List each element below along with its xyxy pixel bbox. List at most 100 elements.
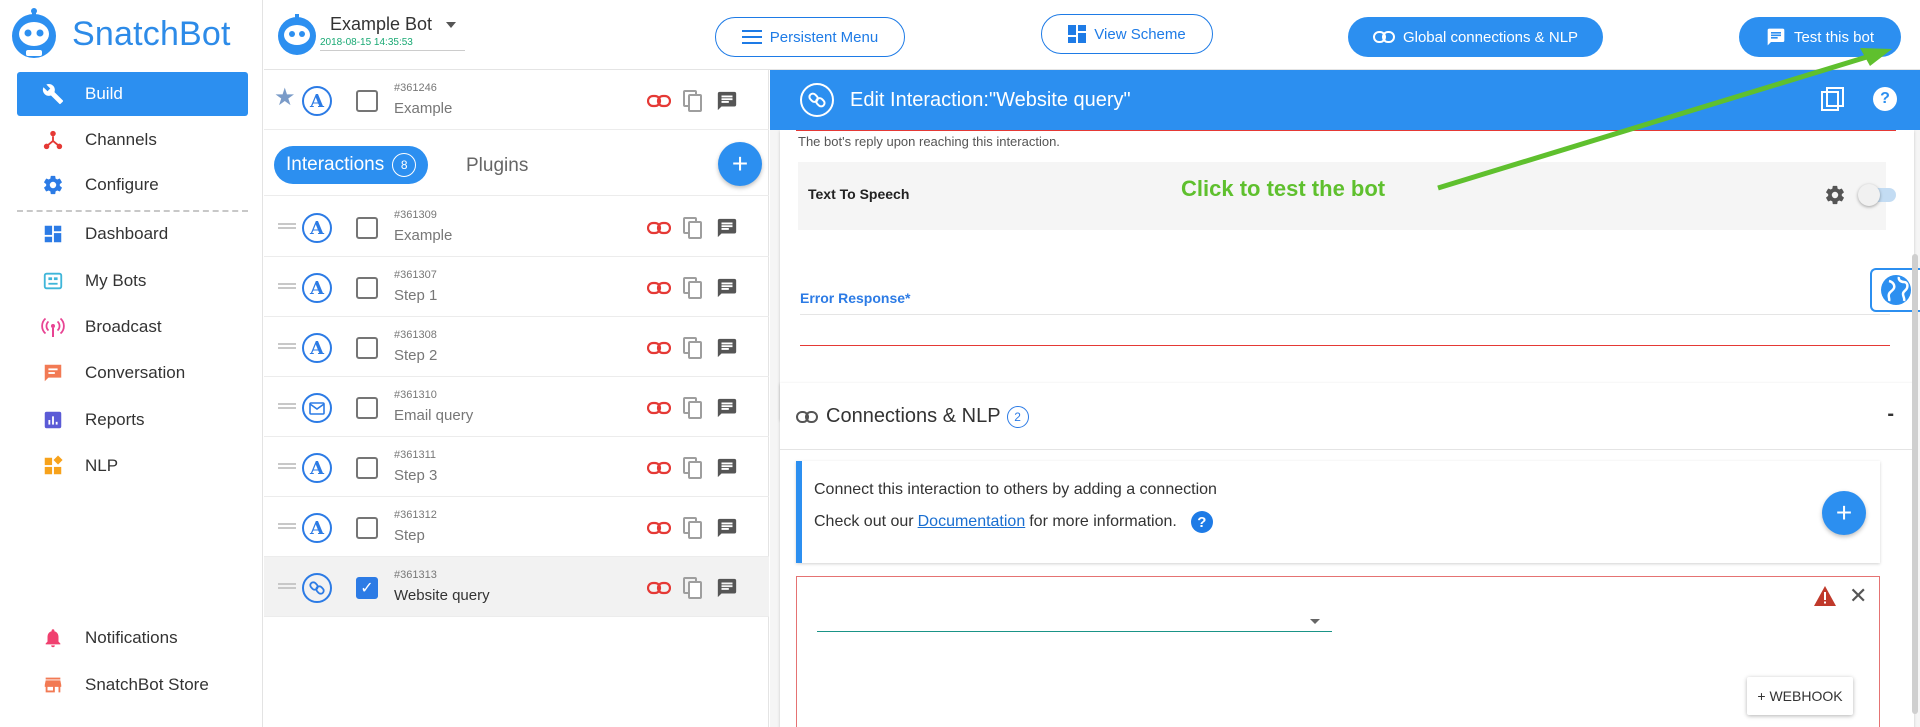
sidebar-item-label: Conversation xyxy=(85,363,186,382)
sidebar-item-dashboard[interactable]: Dashboard xyxy=(17,212,248,256)
message-icon[interactable] xyxy=(714,215,740,241)
tab-interactions-label: Interactions xyxy=(286,154,385,175)
help-icon[interactable]: ? xyxy=(1190,511,1213,533)
interaction-row-selected[interactable]: ✓ #361313 Website query xyxy=(264,557,769,617)
interaction-id: #361309 xyxy=(394,209,437,221)
connection-link-icon[interactable] xyxy=(646,215,672,241)
star-icon[interactable]: ★ xyxy=(274,86,296,110)
connection-link-icon[interactable] xyxy=(646,88,672,114)
tab-plugins[interactable]: Plugins xyxy=(466,155,528,177)
sidebar-item-reports[interactable]: Reports xyxy=(17,398,248,442)
bot-selector[interactable]: Example Bot 2018-08-15 14:35:53 xyxy=(276,14,465,56)
copy-icon[interactable] xyxy=(680,395,706,421)
drag-handle-icon[interactable] xyxy=(278,343,296,349)
connection-link-icon[interactable] xyxy=(646,515,672,541)
view-scheme-button[interactable]: View Scheme xyxy=(1041,14,1213,54)
row-checkbox[interactable] xyxy=(356,90,378,112)
message-icon[interactable] xyxy=(714,88,740,114)
copy-icon[interactable] xyxy=(680,575,706,601)
row-checkbox[interactable] xyxy=(356,337,378,359)
copy-icon[interactable] xyxy=(680,515,706,541)
top-bar: Example Bot 2018-08-15 14:35:53 Persiste… xyxy=(264,0,1920,70)
row-checkbox[interactable] xyxy=(356,397,378,419)
duplicate-icon[interactable] xyxy=(1820,86,1846,117)
close-icon[interactable]: ✕ xyxy=(1849,585,1867,607)
editor-scrollbar[interactable] xyxy=(1912,254,1918,714)
sidebar-item-my-bots[interactable]: My Bots xyxy=(17,259,248,303)
nlp-icon xyxy=(41,454,65,478)
drag-handle-icon[interactable] xyxy=(278,403,296,409)
connection-link-icon[interactable] xyxy=(646,335,672,361)
connection-target-select[interactable] xyxy=(817,631,1332,632)
message-icon[interactable] xyxy=(714,515,740,541)
row-checkbox[interactable] xyxy=(356,277,378,299)
interaction-row[interactable]: A #361307 Step 1 xyxy=(264,257,769,317)
gear-icon xyxy=(41,173,65,197)
drag-handle-icon[interactable] xyxy=(278,223,296,229)
global-connections-button[interactable]: Global connections & NLP xyxy=(1348,17,1603,57)
message-icon[interactable] xyxy=(714,395,740,421)
sidebar-item-label: NLP xyxy=(85,456,119,475)
add-connection-button[interactable]: + xyxy=(1822,491,1866,535)
persistent-menu-button[interactable]: Persistent Menu xyxy=(715,17,905,57)
connection-link-icon[interactable] xyxy=(646,275,672,301)
test-bot-button[interactable]: Test this bot xyxy=(1739,17,1901,57)
tts-toggle[interactable] xyxy=(1858,184,1896,206)
message-icon[interactable] xyxy=(714,455,740,481)
sidebar-item-channels[interactable]: Channels xyxy=(17,118,248,162)
message-icon[interactable] xyxy=(714,575,740,601)
interaction-list-panel: ★ A #361246 Example Interactions 8 Plugi… xyxy=(264,70,769,727)
help-icon[interactable]: ? xyxy=(1873,87,1897,111)
chevron-down-icon[interactable] xyxy=(1310,619,1320,624)
brand[interactable]: SnatchBot xyxy=(8,6,231,62)
sidebar-item-label: Channels xyxy=(85,130,157,149)
wrench-icon xyxy=(41,82,65,106)
row-checkbox[interactable] xyxy=(356,217,378,239)
interaction-row[interactable]: A #361311 Step 3 xyxy=(264,437,769,497)
interaction-row[interactable]: #361310 Email query xyxy=(264,377,769,437)
connection-link-icon[interactable] xyxy=(646,455,672,481)
sidebar-item-build[interactable]: Build xyxy=(17,72,248,116)
sidebar-item-notifications[interactable]: Notifications xyxy=(17,616,248,660)
message-icon[interactable] xyxy=(714,335,740,361)
connections-header[interactable]: Connections & NLP 2 xyxy=(796,405,1029,428)
sidebar-item-broadcast[interactable]: Broadcast xyxy=(17,305,248,349)
bot-name[interactable]: Example Bot xyxy=(330,14,432,35)
collapse-button[interactable]: - xyxy=(1887,403,1894,426)
interaction-name: Step 2 xyxy=(394,347,438,364)
bell-icon xyxy=(41,626,65,650)
interaction-row[interactable]: A #361312 Step xyxy=(264,497,769,557)
sidebar-item-conversation[interactable]: Conversation xyxy=(17,351,248,395)
sidebar-item-store[interactable]: SnatchBot Store xyxy=(17,663,248,707)
pinned-interaction-row[interactable]: ★ A #361246 Example xyxy=(264,70,769,130)
sidebar-item-label: Broadcast xyxy=(85,317,162,336)
message-icon[interactable] xyxy=(714,275,740,301)
drag-handle-icon[interactable] xyxy=(278,523,296,529)
sidebar-item-configure[interactable]: Configure xyxy=(17,163,248,207)
interaction-row[interactable]: A #361309 Example xyxy=(264,197,769,257)
row-checkbox[interactable] xyxy=(356,517,378,539)
interaction-name: Step xyxy=(394,527,425,544)
row-checkbox-checked[interactable]: ✓ xyxy=(356,577,378,599)
add-interaction-button[interactable]: + xyxy=(718,142,762,186)
chat-icon xyxy=(1766,27,1786,47)
add-webhook-button[interactable]: + WEBHOOK xyxy=(1747,677,1853,715)
sidebar-item-nlp[interactable]: NLP xyxy=(17,444,248,488)
connection-link-icon[interactable] xyxy=(646,575,672,601)
documentation-link[interactable]: Documentation xyxy=(918,513,1026,531)
drag-handle-icon[interactable] xyxy=(278,463,296,469)
copy-icon[interactable] xyxy=(680,275,706,301)
row-checkbox[interactable] xyxy=(356,457,378,479)
connection-link-icon[interactable] xyxy=(646,395,672,421)
copy-icon[interactable] xyxy=(680,215,706,241)
copy-icon[interactable] xyxy=(680,335,706,361)
tts-settings-gear-icon[interactable] xyxy=(1824,184,1846,211)
copy-icon[interactable] xyxy=(680,88,706,114)
copy-icon[interactable] xyxy=(680,455,706,481)
interaction-row[interactable]: A #361308 Step 2 xyxy=(264,317,769,377)
tab-interactions[interactable]: Interactions 8 xyxy=(274,146,429,184)
chevron-down-icon[interactable] xyxy=(446,21,457,28)
error-response-input[interactable] xyxy=(800,345,1890,346)
drag-handle-icon[interactable] xyxy=(278,283,296,289)
drag-handle-icon[interactable] xyxy=(278,583,296,589)
